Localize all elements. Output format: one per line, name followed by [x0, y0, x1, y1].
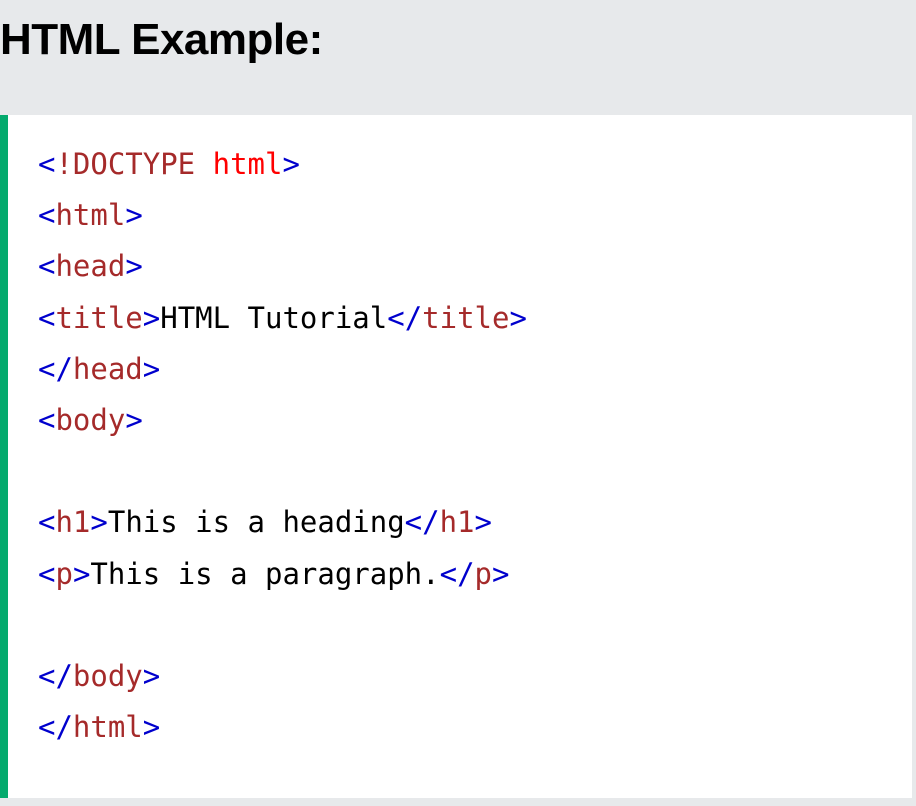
code-line: <p>This is a paragraph.</p> — [38, 549, 527, 600]
code-bracket: </ — [38, 710, 73, 745]
code-tag-name: !DOCTYPE — [55, 147, 196, 181]
code-bracket: > — [72, 556, 91, 591]
code-tag-name: h1 — [439, 505, 475, 540]
code-tag-name: head — [55, 249, 126, 284]
code-bracket: < — [38, 198, 56, 233]
code-line: </body> — [38, 651, 527, 702]
code-bracket: > — [142, 710, 161, 745]
code-tag-name: body — [55, 402, 126, 437]
code-example-panel: <!DOCTYPE html> <html> <head> <title>HTML T… — [0, 115, 912, 798]
code-bracket: < — [38, 505, 56, 540]
code-bracket: > — [125, 402, 143, 437]
code-line: <h1>This is a heading</h1> — [38, 497, 527, 548]
code-tag-name: p — [474, 556, 492, 591]
code-bracket: < — [38, 147, 56, 181]
code-bracket: > — [492, 556, 510, 591]
code-text: This is a paragraph. — [90, 556, 440, 591]
page-title: HTML Example: — [0, 15, 323, 64]
code-bracket: </ — [387, 300, 423, 335]
code-text: HTML Tutorial — [160, 300, 388, 335]
code-bracket: > — [474, 505, 492, 540]
code-line: <body> — [38, 395, 527, 446]
code-tag-name: title — [55, 300, 143, 335]
code-attribute: html — [212, 147, 283, 181]
code-line: <!DOCTYPE html> — [38, 139, 527, 190]
code-bracket: < — [38, 300, 56, 335]
code-tag-name: h1 — [55, 505, 91, 540]
code-bracket: < — [38, 402, 56, 437]
code-line: <html> — [38, 190, 527, 241]
code-bracket: > — [90, 505, 108, 540]
code-bracket: > — [282, 147, 300, 181]
code-bracket: </ — [439, 556, 475, 591]
code-bracket: > — [125, 249, 143, 284]
code-bracket: > — [142, 300, 161, 335]
code-tag-name: p — [55, 556, 73, 591]
code-line: <head> — [38, 241, 527, 292]
code-bracket: < — [38, 556, 56, 591]
code-bracket: </ — [404, 505, 440, 540]
code-line: <title>HTML Tutorial</title> — [38, 293, 527, 344]
code-text: This is a heading — [107, 505, 405, 540]
code-bracket: > — [142, 658, 161, 693]
code-bracket: > — [125, 198, 143, 233]
code-block: <!DOCTYPE html> <html> <head> <title>HTML T… — [38, 139, 527, 753]
code-line: </head> — [38, 344, 527, 395]
code-tag-name: body — [72, 658, 143, 693]
code-bracket: > — [142, 351, 161, 386]
code-bracket: </ — [38, 351, 73, 386]
code-bracket: > — [509, 300, 527, 335]
code-bracket: </ — [38, 658, 73, 693]
code-tag-name: html — [55, 198, 126, 233]
code-tag-name: title — [422, 300, 510, 335]
code-tag-name: html — [72, 710, 143, 745]
code-tag-name: head — [72, 351, 143, 386]
code-bracket: < — [38, 249, 56, 284]
code-line: </html> — [38, 702, 527, 753]
